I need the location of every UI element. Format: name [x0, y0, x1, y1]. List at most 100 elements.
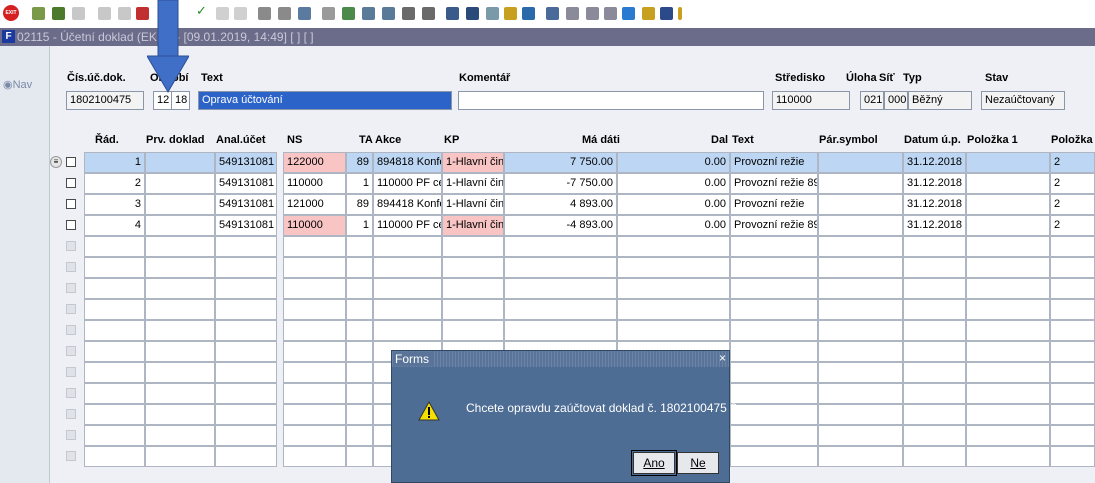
tool-icon[interactable]: [342, 7, 355, 20]
triangle-icon[interactable]: [522, 7, 535, 20]
cell-item[interactable]: 2: [1050, 173, 1095, 194]
empty-cell[interactable]: [373, 320, 442, 341]
empty-cell[interactable]: [617, 299, 730, 320]
cell-prv[interactable]: [145, 194, 215, 215]
empty-cell[interactable]: [617, 257, 730, 278]
empty-cell[interactable]: [1050, 278, 1095, 299]
empty-cell[interactable]: [283, 362, 346, 383]
cell-kp[interactable]: 1-Hlavní činn: [442, 215, 504, 236]
print-icon[interactable]: [258, 7, 271, 20]
row-checkbox[interactable]: [66, 409, 76, 419]
empty-cell[interactable]: [346, 320, 373, 341]
empty-cell[interactable]: [215, 299, 277, 320]
network-field[interactable]: 000: [884, 91, 908, 110]
empty-cell[interactable]: [966, 362, 1050, 383]
empty-cell[interactable]: [730, 362, 818, 383]
empty-cell[interactable]: [903, 404, 966, 425]
empty-cell[interactable]: [1050, 257, 1095, 278]
empty-cell[interactable]: [346, 299, 373, 320]
empty-cell[interactable]: [903, 257, 966, 278]
disk-icon[interactable]: [466, 7, 479, 20]
paste-icon[interactable]: [118, 7, 131, 20]
row-checkbox[interactable]: [66, 283, 76, 293]
cell-account[interactable]: 549131081: [215, 194, 277, 215]
period-month-field[interactable]: 12: [153, 91, 172, 110]
empty-cell[interactable]: [346, 446, 373, 467]
empty-cell[interactable]: [442, 257, 504, 278]
empty-cell[interactable]: [818, 341, 903, 362]
empty-cell[interactable]: [84, 236, 145, 257]
empty-cell[interactable]: [966, 341, 1050, 362]
empty-cell[interactable]: [1050, 362, 1095, 383]
empty-cell[interactable]: [818, 383, 903, 404]
empty-cell[interactable]: [903, 341, 966, 362]
cell-item1[interactable]: [966, 215, 1050, 236]
cell-item[interactable]: 2: [1050, 215, 1095, 236]
period-year-field[interactable]: 18: [171, 91, 190, 110]
empty-cell[interactable]: [283, 236, 346, 257]
tool2-icon[interactable]: [362, 7, 375, 20]
list-icon[interactable]: [402, 7, 415, 20]
empty-cell[interactable]: [903, 425, 966, 446]
empty-cell[interactable]: [346, 404, 373, 425]
empty-cell[interactable]: [818, 278, 903, 299]
empty-cell[interactable]: [966, 299, 1050, 320]
cell-account[interactable]: 549131081: [215, 173, 277, 194]
empty-cell[interactable]: [966, 383, 1050, 404]
tool3-icon[interactable]: [382, 7, 395, 20]
cell-text[interactable]: Provozní režie 894: [730, 215, 818, 236]
clock-icon[interactable]: [566, 7, 579, 20]
empty-cell[interactable]: [730, 341, 818, 362]
empty-cell[interactable]: [346, 341, 373, 362]
empty-cell[interactable]: [818, 299, 903, 320]
empty-cell[interactable]: [84, 278, 145, 299]
empty-cell[interactable]: [215, 404, 277, 425]
row-checkbox[interactable]: [66, 178, 76, 188]
cell-date[interactable]: 31.12.2018: [903, 194, 966, 215]
empty-cell[interactable]: [442, 299, 504, 320]
yes-button[interactable]: Ano: [631, 450, 677, 476]
globe-icon[interactable]: [486, 7, 499, 20]
filter-icon[interactable]: [234, 7, 247, 20]
empty-cell[interactable]: [84, 362, 145, 383]
help2-icon[interactable]: [660, 7, 673, 20]
cell-prv[interactable]: [145, 173, 215, 194]
empty-cell[interactable]: [504, 236, 617, 257]
cell-debit[interactable]: -7 750.00: [504, 173, 617, 194]
empty-cell[interactable]: [818, 236, 903, 257]
empty-cell[interactable]: [215, 320, 277, 341]
exit-icon[interactable]: EXIT: [3, 5, 19, 21]
empty-cell[interactable]: [903, 278, 966, 299]
empty-cell[interactable]: [903, 383, 966, 404]
empty-cell[interactable]: [903, 446, 966, 467]
center-field[interactable]: 110000: [772, 91, 850, 110]
cell-item1[interactable]: [966, 173, 1050, 194]
scissors-icon[interactable]: [322, 7, 335, 20]
row-checkbox[interactable]: [66, 262, 76, 272]
cell-credit[interactable]: 0.00: [617, 194, 730, 215]
cell-line[interactable]: 1: [84, 152, 145, 173]
empty-cell[interactable]: [346, 236, 373, 257]
empty-cell[interactable]: [373, 278, 442, 299]
cell-debit[interactable]: 4 893.00: [504, 194, 617, 215]
cell-credit[interactable]: 0.00: [617, 152, 730, 173]
empty-cell[interactable]: [283, 341, 346, 362]
info-icon[interactable]: [622, 7, 635, 20]
empty-cell[interactable]: [145, 341, 215, 362]
empty-cell[interactable]: [1050, 446, 1095, 467]
empty-cell[interactable]: [1050, 236, 1095, 257]
empty-cell[interactable]: [818, 404, 903, 425]
cell-credit[interactable]: 0.00: [617, 215, 730, 236]
empty-cell[interactable]: [145, 425, 215, 446]
row-checkbox[interactable]: [66, 241, 76, 251]
text-field[interactable]: Oprava účtování: [198, 91, 452, 110]
new-record-icon[interactable]: [52, 7, 65, 20]
empty-cell[interactable]: [903, 362, 966, 383]
empty-cell[interactable]: [1050, 341, 1095, 362]
empty-cell[interactable]: [145, 278, 215, 299]
empty-cell[interactable]: [215, 425, 277, 446]
close-icon[interactable]: ×: [719, 351, 726, 365]
print-preview-icon[interactable]: [278, 7, 291, 20]
empty-cell[interactable]: [215, 278, 277, 299]
empty-cell[interactable]: [903, 299, 966, 320]
